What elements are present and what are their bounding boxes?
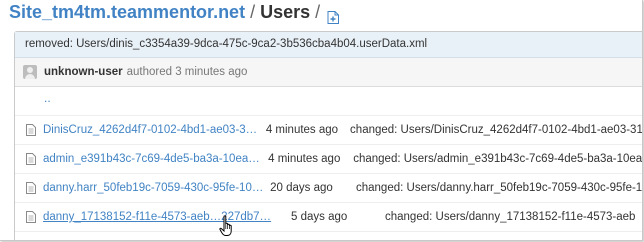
file-row[interactable]: admin_e391b43c-7c69-4de5-ba3a-10ea06… 4 … <box>15 145 642 174</box>
latest-commit-message[interactable]: removed: Users/dinis_c3354a39-9dca-475c-… <box>15 32 642 58</box>
screenshot-frame: Site_tm4tm.teammentor.net / Users / remo… <box>0 0 643 241</box>
breadcrumb-current-folder: Users <box>260 2 311 22</box>
file-commit-message[interactable]: changed: Users/danny_17138152-f11e-4573-… <box>385 211 635 223</box>
file-icon <box>26 182 36 194</box>
commit-author[interactable]: unknown-user <box>44 66 123 78</box>
file-age: 4 minutes ago <box>268 153 341 165</box>
file-age: 4 minutes ago <box>265 124 339 136</box>
file-commit-message[interactable]: changed: Users/admin_e391b43c-7c69-4de5-… <box>353 153 642 165</box>
file-age: 5 days ago <box>291 211 348 223</box>
file-icon <box>26 153 36 165</box>
file-name-link[interactable]: danny_17138152-f11e-4573-aeb…227db7… <box>43 211 285 223</box>
breadcrumb-trailing-separator: / <box>315 2 321 22</box>
user-avatar-icon <box>23 65 37 79</box>
commit-authored-time: authored 3 minutes ago <box>126 66 248 78</box>
file-icon <box>26 211 36 223</box>
breadcrumb-repo-link[interactable]: Site_tm4tm.teammentor.net <box>9 1 245 23</box>
file-commit-message[interactable]: changed: Users/danny.harr_50feb19c-7059-… <box>356 182 642 194</box>
new-file-icon[interactable] <box>327 7 340 24</box>
file-icon <box>26 124 36 136</box>
file-commit-message[interactable]: changed: Users/DinisCruz_4262d4f7-0102-4… <box>350 124 642 136</box>
breadcrumb: Site_tm4tm.teammentor.net / Users / <box>9 1 340 24</box>
file-tree-table: removed: Users/dinis_c3354a39-9dca-475c-… <box>14 31 642 240</box>
file-name-link[interactable]: admin_e391b43c-7c69-4de5-ba3a-10ea06… <box>43 153 262 165</box>
file-name-link[interactable]: danny.harr_50feb19c-7059-430c-95fe-103… <box>43 182 264 194</box>
file-name-link[interactable]: DinisCruz_4262d4f7-0102-4bd1-ae03-31c1… <box>43 124 260 136</box>
parent-directory-link[interactable]: .. <box>44 91 51 105</box>
latest-commit-meta: unknown-user authored 3 minutes ago <box>15 58 642 87</box>
breadcrumb-separator: / <box>250 2 256 22</box>
file-row[interactable]: DinisCruz_4262d4f7-0102-4bd1-ae03-31c1… … <box>15 116 642 145</box>
file-row[interactable]: danny.harr_50feb19c-7059-430c-95fe-103… … <box>15 174 642 203</box>
file-row[interactable]: danny_17138152-f11e-4573-aeb…227db7… 5 d… <box>15 203 642 232</box>
file-age: 20 days ago <box>270 182 333 194</box>
parent-directory-row[interactable]: .. <box>15 87 642 116</box>
